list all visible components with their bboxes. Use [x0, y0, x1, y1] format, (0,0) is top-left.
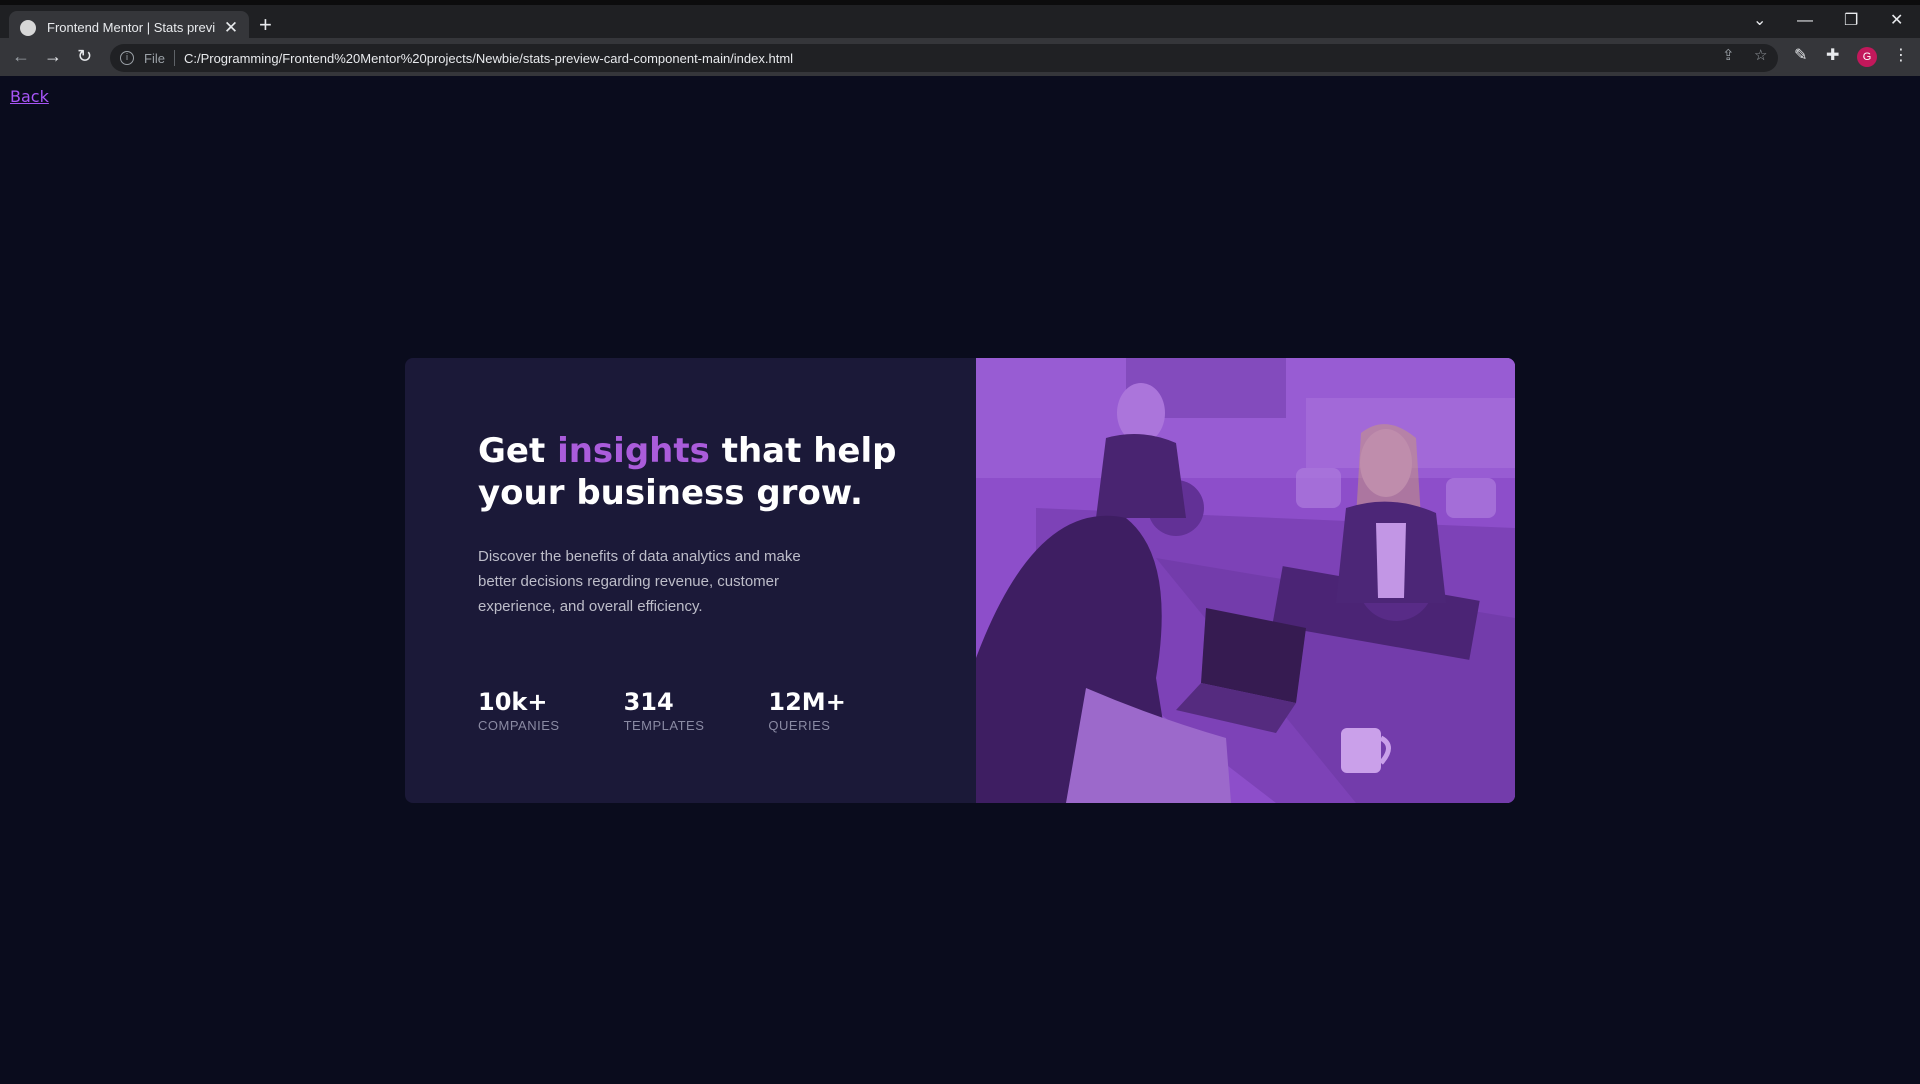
url-scheme: File [144, 50, 165, 66]
stats-preview-card: Get insights that help your business gro… [405, 358, 1515, 803]
bookmark-star-icon[interactable]: ☆ [1754, 48, 1767, 64]
url-text[interactable]: C:/Programming/Frontend%20Mentor%20proje… [184, 51, 793, 66]
stat-companies: 10k+ COMPANIES [478, 688, 560, 733]
card-headline: Get insights that help your business gro… [478, 430, 898, 514]
extension-pen-icon[interactable]: ✎ [1794, 47, 1807, 65]
stat-label: TEMPLATES [623, 718, 705, 733]
favicon-icon [20, 19, 36, 36]
card-image [976, 358, 1515, 803]
tab-strip: Frontend Mentor | Stats preview ✕ + ⌄ — … [0, 0, 1920, 44]
site-info-icon[interactable]: i [120, 51, 134, 65]
stat-value: 10k+ [478, 688, 548, 716]
stat-templates: 314 TEMPLATES [624, 688, 705, 733]
reload-icon[interactable]: ↻ [77, 46, 92, 66]
tab-title: Frontend Mentor | Stats preview [47, 20, 215, 35]
stat-label: QUERIES [768, 718, 831, 733]
headline-accent: insights [557, 431, 710, 471]
stat-value: 12M+ [768, 688, 846, 716]
back-arrow-icon[interactable]: ← [12, 46, 30, 66]
menu-kebab-icon[interactable]: ⋮ [1893, 47, 1909, 65]
tab-search-icon[interactable]: ⌄ [1753, 13, 1766, 29]
profile-avatar[interactable]: G [1857, 47, 1877, 67]
address-bar[interactable]: i File C:/Programming/Frontend%20Mentor%… [110, 44, 1778, 72]
restore-icon[interactable]: ❐ [1844, 13, 1858, 29]
headline-start: Get [478, 431, 558, 471]
forward-arrow-icon[interactable]: → [44, 46, 62, 66]
stat-label: COMPANIES [478, 718, 560, 733]
new-tab-button[interactable]: + [259, 14, 272, 36]
stat-value: 314 [623, 688, 674, 716]
card-text-panel: Get insights that help your business gro… [405, 358, 976, 803]
tab-close-icon[interactable]: ✕ [223, 19, 239, 36]
minimize-icon[interactable]: — [1797, 13, 1813, 29]
office-photo-illustration [976, 358, 1515, 803]
close-window-icon[interactable]: ✕ [1890, 13, 1903, 29]
share-icon[interactable]: ⇪ [1722, 48, 1735, 64]
extensions-puzzle-icon[interactable]: ✚ [1826, 47, 1839, 65]
omnibox-divider [173, 50, 175, 66]
stats-row: 10k+ COMPANIES 314 TEMPLATES 12M+ QUERIE… [478, 688, 846, 733]
back-link[interactable]: Back [10, 87, 49, 106]
stat-queries: 12M+ QUERIES [768, 688, 845, 733]
card-description: Discover the benefits of data analytics … [478, 548, 801, 615]
